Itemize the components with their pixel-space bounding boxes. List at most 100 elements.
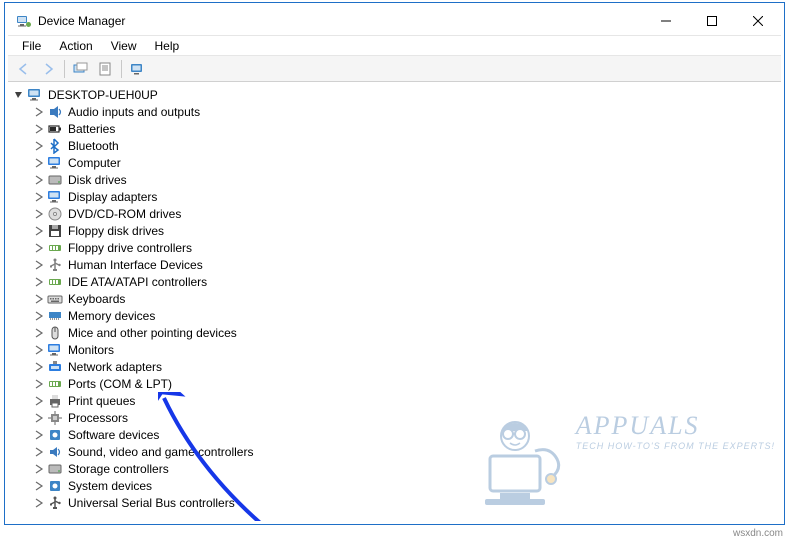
tree-category-node[interactable]: IDE ATA/ATAPI controllers (32, 273, 781, 290)
tree-category-node[interactable]: Disk drives (32, 171, 781, 188)
tree-category-node[interactable]: Human Interface Devices (32, 256, 781, 273)
storage-icon (47, 461, 63, 477)
tree-category-node[interactable]: Network adapters (32, 358, 781, 375)
category-label: Memory devices (66, 309, 157, 323)
tree-category-node[interactable]: Display adapters (32, 188, 781, 205)
category-label: Network adapters (66, 360, 164, 374)
tree-category-node[interactable]: Monitors (32, 341, 781, 358)
display-icon (47, 189, 63, 205)
tree-category-node[interactable]: Print queues (32, 392, 781, 409)
tree-category-node[interactable]: System devices (32, 477, 781, 494)
category-label: Bluetooth (66, 139, 121, 153)
chevron-right-icon[interactable] (32, 360, 46, 374)
category-label: Storage controllers (66, 462, 171, 476)
chevron-right-icon[interactable] (32, 394, 46, 408)
tree-category-node[interactable]: Universal Serial Bus controllers (32, 494, 781, 511)
category-label: Sound, video and game controllers (66, 445, 255, 459)
tree-category-node[interactable]: Batteries (32, 120, 781, 137)
chevron-right-icon[interactable] (32, 241, 46, 255)
tree-category-node[interactable]: Processors (32, 409, 781, 426)
category-label: Floppy disk drives (66, 224, 166, 238)
tree-category-node[interactable]: Audio inputs and outputs (32, 103, 781, 120)
tree-category-node[interactable]: Computer (32, 154, 781, 171)
bluetooth-icon (47, 138, 63, 154)
tree-root-node[interactable]: DESKTOP-UEH0UP (12, 86, 781, 103)
device-tree[interactable]: DESKTOP-UEH0UP Audio inputs and outputsB… (8, 82, 781, 521)
chevron-right-icon[interactable] (32, 139, 46, 153)
tree-category-node[interactable]: Bluetooth (32, 137, 781, 154)
category-label: Software devices (66, 428, 161, 442)
audio-icon (47, 104, 63, 120)
maximize-button[interactable] (689, 6, 735, 35)
chevron-right-icon[interactable] (32, 173, 46, 187)
menubar: File Action View Help (8, 36, 781, 56)
floppy-icon (47, 223, 63, 239)
chevron-right-icon[interactable] (32, 411, 46, 425)
show-hidden-button[interactable] (70, 58, 92, 80)
category-label: Floppy drive controllers (66, 241, 194, 255)
system-icon (47, 478, 63, 494)
forward-button[interactable] (37, 58, 59, 80)
mouse-icon (47, 325, 63, 341)
category-label: Human Interface Devices (66, 258, 205, 272)
minimize-button[interactable] (643, 6, 689, 35)
tree-category-node[interactable]: Floppy disk drives (32, 222, 781, 239)
tree-category-node[interactable]: Sound, video and game controllers (32, 443, 781, 460)
tree-category-node[interactable]: DVD/CD-ROM drives (32, 205, 781, 222)
chevron-right-icon[interactable] (32, 462, 46, 476)
menu-file[interactable]: File (14, 37, 49, 55)
scan-button[interactable] (127, 58, 149, 80)
window-controls (643, 6, 781, 35)
chevron-right-icon[interactable] (32, 309, 46, 323)
close-button[interactable] (735, 6, 781, 35)
chevron-right-icon[interactable] (32, 190, 46, 204)
category-label: Computer (66, 156, 123, 170)
tree-category-node[interactable]: Mice and other pointing devices (32, 324, 781, 341)
category-label: Display adapters (66, 190, 159, 204)
chevron-right-icon[interactable] (32, 445, 46, 459)
tree-category-node[interactable]: Storage controllers (32, 460, 781, 477)
category-label: Audio inputs and outputs (66, 105, 202, 119)
tree-category-node[interactable]: Floppy drive controllers (32, 239, 781, 256)
properties-button[interactable] (94, 58, 116, 80)
back-button[interactable] (13, 58, 35, 80)
chevron-right-icon[interactable] (32, 207, 46, 221)
tree-category-node[interactable]: Memory devices (32, 307, 781, 324)
category-label: System devices (66, 479, 154, 493)
tree-category-node[interactable]: Keyboards (32, 290, 781, 307)
chevron-right-icon[interactable] (32, 326, 46, 340)
menu-help[interactable]: Help (147, 37, 188, 55)
usb-icon (47, 495, 63, 511)
tree-category-node[interactable]: Software devices (32, 426, 781, 443)
port-icon (47, 376, 63, 392)
toolbar (8, 56, 781, 82)
menu-view[interactable]: View (103, 37, 145, 55)
root-label: DESKTOP-UEH0UP (46, 88, 160, 102)
tree-category-node[interactable]: Ports (COM & LPT) (32, 375, 781, 392)
chevron-right-icon[interactable] (32, 428, 46, 442)
chevron-right-icon[interactable] (32, 377, 46, 391)
software-icon (47, 427, 63, 443)
chevron-right-icon[interactable] (32, 479, 46, 493)
disk-icon (47, 172, 63, 188)
chevron-right-icon[interactable] (32, 156, 46, 170)
chevron-right-icon[interactable] (32, 292, 46, 306)
category-label: Mice and other pointing devices (66, 326, 239, 340)
chevron-right-icon[interactable] (32, 258, 46, 272)
titlebar: Device Manager (8, 6, 781, 36)
category-label: Keyboards (66, 292, 127, 306)
chevron-right-icon[interactable] (32, 224, 46, 238)
monitor-icon (47, 342, 63, 358)
chevron-down-icon[interactable] (12, 88, 26, 102)
printer-icon (47, 393, 63, 409)
chevron-right-icon[interactable] (32, 275, 46, 289)
chevron-right-icon[interactable] (32, 105, 46, 119)
chevron-right-icon[interactable] (32, 122, 46, 136)
cpu-icon (47, 410, 63, 426)
toolbar-separator (121, 60, 122, 78)
category-label: Print queues (66, 394, 137, 408)
chevron-right-icon[interactable] (32, 343, 46, 357)
chevron-right-icon[interactable] (32, 496, 46, 510)
menu-action[interactable]: Action (51, 37, 100, 55)
category-label: Universal Serial Bus controllers (66, 496, 237, 510)
